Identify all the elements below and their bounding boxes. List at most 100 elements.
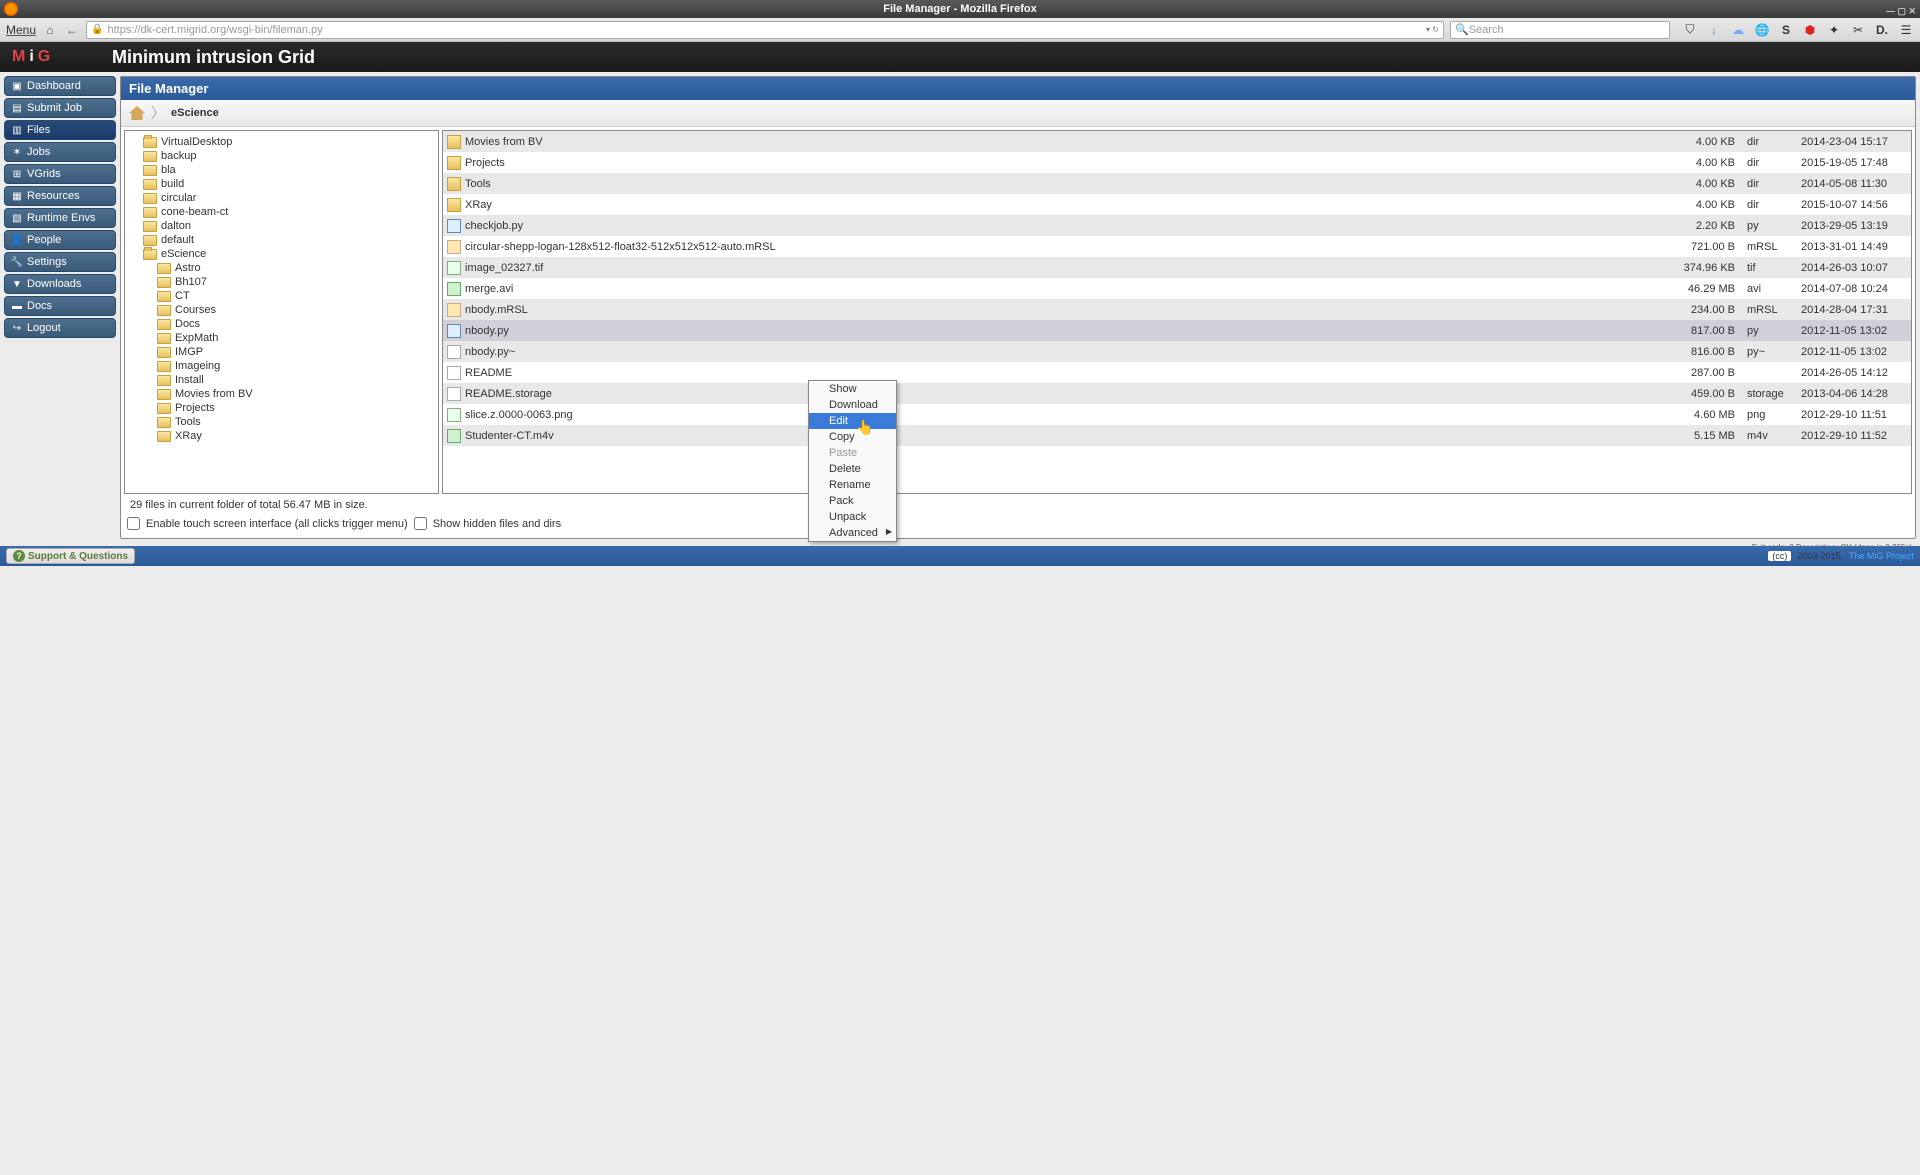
sidebar-item-people[interactable]: 👤People xyxy=(4,230,116,250)
star-icon[interactable]: ✦ xyxy=(1826,22,1842,38)
back-icon[interactable]: ← xyxy=(64,22,80,38)
file-row[interactable]: README 287.00 B 2014-26-05 14:12 xyxy=(443,362,1911,383)
hamburger-icon[interactable]: ☰ xyxy=(1898,22,1914,38)
file-row[interactable]: slice.z.0000-0063.png 4.60 MB png 2012-2… xyxy=(443,404,1911,425)
sidebar-item-resources[interactable]: ▦Resources xyxy=(4,186,116,206)
folder-icon xyxy=(143,249,157,260)
tree-item[interactable]: circular xyxy=(127,191,436,205)
home-icon[interactable]: ⌂ xyxy=(42,22,58,38)
sidebar-item-settings[interactable]: 🔧Settings xyxy=(4,252,116,272)
url-dropdown-icon[interactable]: ▾ ↻ xyxy=(1426,25,1439,34)
tree-item[interactable]: Projects xyxy=(127,401,436,415)
file-row[interactable]: README.storage 459.00 B storage 2013-04-… xyxy=(443,383,1911,404)
context-menu-edit[interactable]: Edit xyxy=(809,413,896,429)
context-menu-delete[interactable]: Delete xyxy=(809,461,896,477)
ctx-icon xyxy=(812,495,824,507)
ctx-icon xyxy=(812,415,824,427)
file-row[interactable]: Tools 4.00 KB dir 2014-05-08 11:30 xyxy=(443,173,1911,194)
search-box[interactable]: 🔍 Search xyxy=(1450,21,1670,39)
url-bar[interactable]: 🔒 https://dk-cert.migrid.org/wsgi-bin/fi… xyxy=(86,21,1444,39)
file-row[interactable]: image_02327.tif 374.96 KB tif 2014-26-03… xyxy=(443,257,1911,278)
touch-label: Enable touch screen interface (all click… xyxy=(146,518,408,530)
file-row[interactable]: checkjob.py 2.20 KB py 2013-29-05 13:19 xyxy=(443,215,1911,236)
pocket-icon[interactable]: ⛉ xyxy=(1682,22,1698,38)
tree-item[interactable]: dalton xyxy=(127,219,436,233)
file-row[interactable]: nbody.py 817.00 B py 2012-11-05 13:02 xyxy=(443,320,1911,341)
breadcrumb-separator: 〉 xyxy=(151,103,165,123)
context-menu-unpack[interactable]: Unpack xyxy=(809,509,896,525)
breadcrumb: 〉 eScience xyxy=(121,100,1915,127)
weather-icon[interactable]: ☁ xyxy=(1730,22,1746,38)
project-link[interactable]: The MiG Project xyxy=(1849,551,1914,561)
touch-checkbox[interactable] xyxy=(127,517,140,530)
sidebar-item-runtime-envs[interactable]: ▧Runtime Envs xyxy=(4,208,116,228)
tree-item[interactable]: Install xyxy=(127,373,436,387)
sidebar-item-jobs[interactable]: ✶Jobs xyxy=(4,142,116,162)
tree-item[interactable]: Docs xyxy=(127,317,436,331)
file-row[interactable]: Projects 4.00 KB dir 2015-19-05 17:48 xyxy=(443,152,1911,173)
sidebar-item-docs[interactable]: ▬Docs xyxy=(4,296,116,316)
context-menu-rename[interactable]: Rename xyxy=(809,477,896,493)
file-icon xyxy=(447,177,461,191)
globe-icon[interactable]: 🌐 xyxy=(1754,22,1770,38)
ctx-icon xyxy=(812,399,824,411)
context-menu-download[interactable]: Download xyxy=(809,397,896,413)
tree-item[interactable]: IMGP xyxy=(127,345,436,359)
file-icon xyxy=(447,408,461,422)
context-menu-pack[interactable]: Pack xyxy=(809,493,896,509)
tree-item[interactable]: XRay xyxy=(127,429,436,443)
tree-item[interactable]: bla xyxy=(127,163,436,177)
context-menu-copy[interactable]: Copy xyxy=(809,429,896,445)
clip-icon[interactable]: ✂ xyxy=(1850,22,1866,38)
support-button[interactable]: ? Support & Questions xyxy=(6,548,135,564)
folder-tree[interactable]: VirtualDesktopbackupblabuildcircularcone… xyxy=(124,130,439,494)
tree-item[interactable]: VirtualDesktop xyxy=(127,135,436,149)
tree-item[interactable]: Astro xyxy=(127,261,436,275)
folder-icon xyxy=(157,347,171,358)
context-menu[interactable]: ShowDownloadEditCopyPasteDeleteRenamePac… xyxy=(808,380,897,542)
window-controls[interactable]: — ▢ ✕ xyxy=(1886,2,1916,20)
breadcrumb-home-icon[interactable] xyxy=(129,106,145,120)
sidebar-item-submit-job[interactable]: ▤Submit Job xyxy=(4,98,116,118)
ctx-icon xyxy=(812,463,824,475)
tree-item[interactable]: Movies from BV xyxy=(127,387,436,401)
adblock-icon[interactable]: ⬢ xyxy=(1802,22,1818,38)
status-bar: 29 files in current folder of total 56.4… xyxy=(124,497,1912,513)
tree-item[interactable]: backup xyxy=(127,149,436,163)
file-icon xyxy=(447,345,461,359)
file-list[interactable]: Movies from BV 4.00 KB dir 2014-23-04 15… xyxy=(442,130,1912,494)
sidebar-item-vgrids[interactable]: ⊞VGrids xyxy=(4,164,116,184)
sidebar-item-logout[interactable]: ↪Logout xyxy=(4,318,116,338)
file-row[interactable]: merge.avi 46.29 MB avi 2014-07-08 10:24 xyxy=(443,278,1911,299)
tree-item[interactable]: CT xyxy=(127,289,436,303)
folder-icon xyxy=(157,403,171,414)
sidebar-item-files[interactable]: ▥Files xyxy=(4,120,116,140)
file-row[interactable]: nbody.py~ 816.00 B py~ 2012-11-05 13:02 xyxy=(443,341,1911,362)
tree-item[interactable]: build xyxy=(127,177,436,191)
sidebar-item-dashboard[interactable]: ▣Dashboard xyxy=(4,76,116,96)
cc-icon: (cc) xyxy=(1768,551,1791,561)
tree-item[interactable]: default xyxy=(127,233,436,247)
tree-item[interactable]: eScience xyxy=(127,247,436,261)
context-menu-show[interactable]: Show xyxy=(809,381,896,397)
folder-icon xyxy=(143,151,157,162)
file-row[interactable]: nbody.mRSL 234.00 B mRSL 2014-28-04 17:3… xyxy=(443,299,1911,320)
d-icon[interactable]: D. xyxy=(1874,22,1890,38)
tree-item[interactable]: Bh107 xyxy=(127,275,436,289)
download-icon[interactable]: ↓ xyxy=(1706,22,1722,38)
tree-item[interactable]: ExpMath xyxy=(127,331,436,345)
file-row[interactable]: circular-shepp-logan-128x512-float32-512… xyxy=(443,236,1911,257)
hidden-checkbox[interactable] xyxy=(414,517,427,530)
tree-item[interactable]: Imageing xyxy=(127,359,436,373)
file-row[interactable]: Studenter-CT.m4v 5.15 MB m4v 2012-29-10 … xyxy=(443,425,1911,446)
tree-item[interactable]: Courses xyxy=(127,303,436,317)
tree-item[interactable]: Tools xyxy=(127,415,436,429)
sidebar-item-downloads[interactable]: ▼Downloads xyxy=(4,274,116,294)
context-menu-advanced[interactable]: Advanced▶ xyxy=(809,525,896,541)
s-icon[interactable]: S xyxy=(1778,22,1794,38)
menu-button[interactable]: Menu xyxy=(6,23,36,37)
tree-item[interactable]: cone-beam-ct xyxy=(127,205,436,219)
file-row[interactable]: Movies from BV 4.00 KB dir 2014-23-04 15… xyxy=(443,131,1911,152)
file-row[interactable]: XRay 4.00 KB dir 2015-10-07 14:56 xyxy=(443,194,1911,215)
breadcrumb-item[interactable]: eScience xyxy=(171,107,219,119)
